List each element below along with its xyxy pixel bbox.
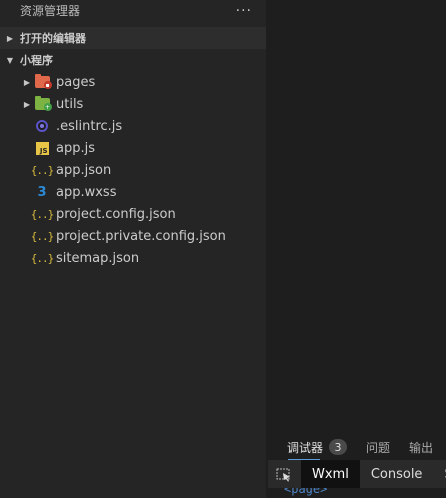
tab-debugger[interactable]: 调试器 3 (287, 434, 348, 460)
explorer-sidebar: 资源管理器 ··· ▶ 打开的编辑器 ▼ 小程序 ▶ ▪ pages ▶ + u… (0, 0, 266, 498)
tree-folder-pages[interactable]: ▶ ▪ pages (0, 71, 266, 93)
section-open-editors-label: 打开的编辑器 (20, 32, 86, 45)
devtools-tab-bar: 调试器 3 问题 输出 (268, 434, 446, 460)
json-icon: {..} (30, 163, 54, 177)
tree-file-app-js[interactable]: JS app.js (0, 137, 266, 159)
folder-utils-icon: + (34, 96, 52, 112)
debugger-count-badge: 3 (329, 439, 348, 455)
tree-item-label: sitemap.json (56, 250, 140, 266)
json-icon: {..} (30, 251, 54, 265)
tree-item-label: app.js (56, 140, 95, 156)
tree-item-label: project.config.json (56, 206, 176, 222)
folder-pages-icon: ▪ (34, 74, 52, 90)
tree-file-sitemap[interactable]: {..} sitemap.json (0, 247, 266, 269)
wxml-node-page[interactable]: <page> (284, 488, 327, 496)
wxml-tree: <page> (268, 488, 446, 498)
section-project[interactable]: ▼ 小程序 (0, 49, 266, 71)
more-actions-icon[interactable]: ··· (236, 3, 252, 19)
section-open-editors[interactable]: ▶ 打开的编辑器 (0, 27, 266, 49)
tab-output-label: 输出 (409, 440, 434, 455)
tab-output[interactable]: 输出 (409, 434, 433, 460)
tab-problems[interactable]: 问题 (366, 434, 390, 460)
tree-item-label: app.wxss (56, 184, 117, 200)
tree-item-label: project.private.config.json (56, 228, 226, 244)
json-icon: {..} (30, 229, 54, 243)
tree-item-label: utils (56, 96, 84, 112)
tree-file-eslintrc[interactable]: .eslintrc.js (0, 115, 266, 137)
subtab-console[interactable]: Console (360, 460, 434, 488)
section-project-label: 小程序 (20, 54, 53, 67)
devtools-toolbar: Wxml Console S (268, 460, 446, 488)
chevron-down-icon: ▼ (6, 55, 14, 65)
tree-file-app-json[interactable]: {..} app.json (0, 159, 266, 181)
tree-file-project-config[interactable]: {..} project.config.json (0, 203, 266, 225)
inspect-element-icon[interactable] (276, 467, 292, 482)
tree-item-label: pages (56, 74, 96, 90)
tree-file-project-private-config[interactable]: {..} project.private.config.json (0, 225, 266, 247)
subtab-sources[interactable]: S (433, 460, 446, 488)
chevron-right-icon: ▶ (6, 33, 14, 43)
js-icon: JS (34, 140, 50, 156)
tab-problems-label: 问题 (366, 440, 391, 455)
tree-file-app-wxss[interactable]: 3 app.wxss (0, 181, 266, 203)
tree-item-label: app.json (56, 162, 112, 178)
subtab-wxml[interactable]: Wxml (301, 460, 360, 488)
tab-debugger-label: 调试器 (287, 440, 324, 455)
explorer-title: 资源管理器 (20, 4, 81, 18)
chevron-right-icon: ▶ (23, 77, 31, 87)
chevron-right-icon: ▶ (23, 99, 31, 109)
css-icon: 3 (37, 184, 47, 200)
tree-folder-utils[interactable]: ▶ + utils (0, 93, 266, 115)
tree-item-label: .eslintrc.js (56, 118, 123, 134)
json-icon: {..} (30, 207, 54, 221)
eslint-icon (34, 118, 50, 134)
explorer-header: 资源管理器 ··· (0, 0, 266, 22)
